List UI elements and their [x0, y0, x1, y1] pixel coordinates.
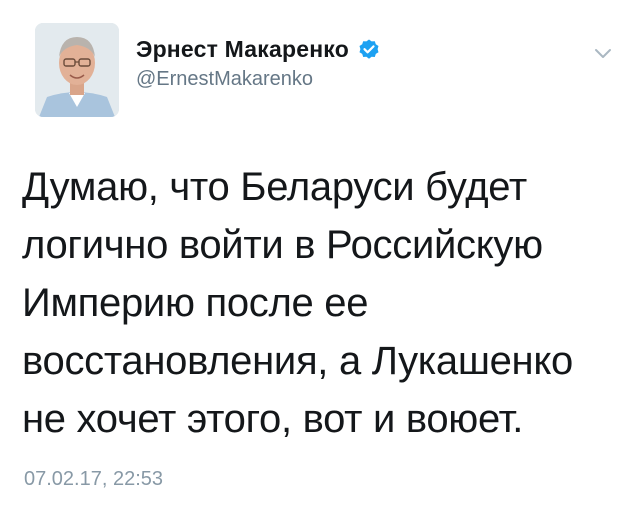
author-name[interactable]: Эрнест Макаренко — [136, 36, 349, 63]
avatar[interactable] — [35, 23, 119, 117]
tweet-card: Эрнест Макаренко @ErnestMakarenko Думаю,… — [0, 0, 639, 518]
author-row: Эрнест Макаренко — [136, 36, 381, 63]
tweet-text: Думаю, что Беларуси будет логично войти … — [22, 165, 573, 441]
author-handle[interactable]: @ErnestMakarenko — [136, 68, 313, 91]
tweet-timestamp[interactable]: 07.02.17, 22:53 — [24, 468, 163, 491]
chevron-down-icon[interactable] — [590, 40, 616, 66]
verified-badge-icon — [357, 38, 381, 62]
avatar-image — [35, 23, 119, 117]
